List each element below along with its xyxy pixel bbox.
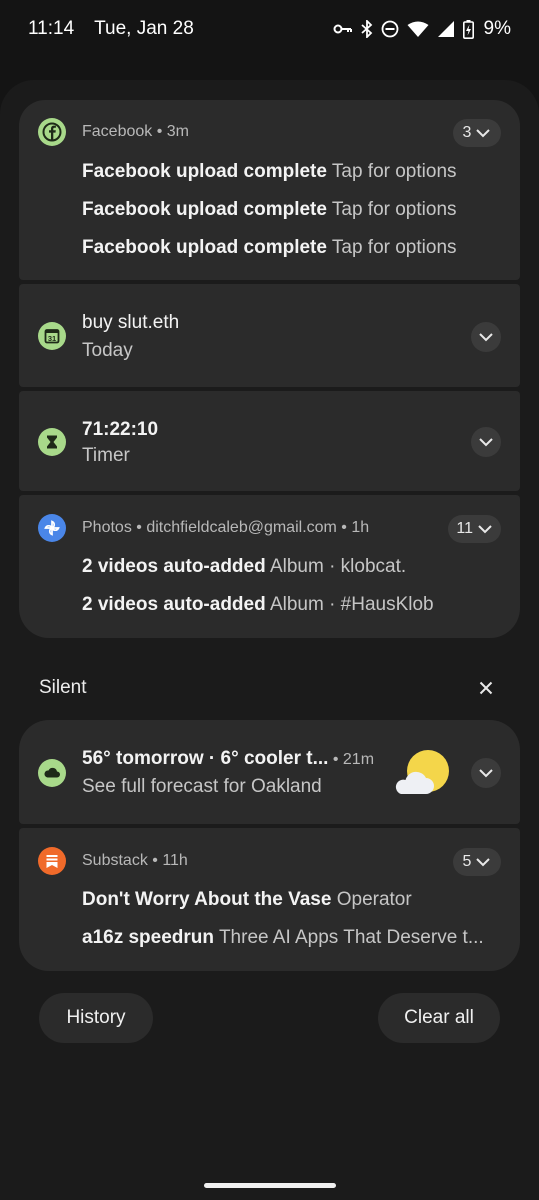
message-text: Tap for options <box>331 199 457 220</box>
history-button[interactable]: History <box>39 993 153 1043</box>
alerting-notifications: Facebook • 3m 3 Facebook upload complete… <box>19 100 520 638</box>
silent-section-header: Silent <box>39 677 87 698</box>
gesture-nav-handle[interactable] <box>204 1183 336 1188</box>
message-title: Facebook upload complete <box>82 199 327 220</box>
notification-message: a16z speedrun Three AI Apps That Deserve… <box>82 927 502 949</box>
notification-count: 5 <box>462 853 472 870</box>
message-title: Facebook upload complete <box>82 161 327 182</box>
chevron-down-icon <box>479 769 493 778</box>
substack-notification[interactable]: Substack • 11h 5 Don't Worry About the V… <box>19 828 520 971</box>
weather-title: 56° tomorrow · 6° cooler t... <box>82 748 329 769</box>
chevron-down-icon <box>478 525 492 534</box>
notification-message: 2 videos auto-added Album · #HausKlob <box>82 594 502 616</box>
cloud-icon <box>38 759 66 787</box>
expand-group-button[interactable]: 3 <box>453 119 501 147</box>
wifi-icon <box>407 21 429 38</box>
calendar-icon: 31 <box>38 322 66 350</box>
status-icons: 9% <box>333 18 511 40</box>
facebook-icon <box>38 118 66 146</box>
clear-all-button[interactable]: Clear all <box>378 993 500 1043</box>
account-email: ditchfieldcaleb@gmail.com <box>146 519 337 536</box>
message-title: Facebook upload complete <box>82 237 327 258</box>
notification-message: Facebook upload complete Tap for options <box>82 161 502 183</box>
notification-time: 3m <box>166 123 189 140</box>
timer-remaining: 71:22:10 <box>82 419 159 440</box>
facebook-notification[interactable]: Facebook • 3m 3 Facebook upload complete… <box>19 100 520 280</box>
partly-cloudy-icon <box>395 747 451 801</box>
app-name: Substack <box>82 852 148 869</box>
do-not-disturb-icon <box>381 20 399 38</box>
photos-pinwheel-icon <box>38 514 66 542</box>
bluetooth-icon <box>360 20 373 38</box>
app-name: Facebook <box>82 123 153 140</box>
vpn-key-icon <box>333 22 353 36</box>
silent-notifications: 56° tomorrow · 6° cooler t... • 21m See … <box>19 720 520 971</box>
chevron-down-icon <box>476 129 491 138</box>
chevron-down-icon <box>476 858 491 867</box>
expand-button[interactable] <box>471 758 501 788</box>
date: Tue, Jan 28 <box>94 18 194 39</box>
notification-header: Facebook • 3m <box>82 123 189 140</box>
notification-count: 11 <box>456 520 473 537</box>
clock: 11:14 <box>28 18 75 39</box>
expand-group-button[interactable]: 5 <box>453 848 501 876</box>
message-title: a16z speedrun <box>82 927 214 948</box>
chevron-down-icon <box>479 333 493 342</box>
message-text: Tap for options <box>331 237 457 258</box>
notification-time: 11h <box>162 852 188 869</box>
notification-message: Don't Worry About the Vase Operator <box>82 889 502 911</box>
calendar-icon-date: 31 <box>48 334 56 343</box>
expand-group-button[interactable]: 11 <box>448 515 501 543</box>
chevron-down-icon <box>479 438 493 447</box>
signal-icon <box>437 20 455 38</box>
message-text: Operator <box>336 889 412 910</box>
message-text: Tap for options <box>331 161 457 182</box>
timer-label: Timer <box>82 445 130 466</box>
weather-subtitle: See full forecast for Oakland <box>82 776 322 797</box>
battery-charging-icon <box>462 19 474 39</box>
notification-time: 21m <box>342 751 375 768</box>
status-bar: 11:14 Tue, Jan 28 9% <box>0 0 539 58</box>
substack-icon <box>38 847 66 875</box>
notification-message: Facebook upload complete Tap for options <box>82 237 502 259</box>
message-text: Album · klobcat. <box>269 556 407 577</box>
battery-percentage: 9% <box>483 18 511 39</box>
weather-notification[interactable]: 56° tomorrow · 6° cooler t... • 21m See … <box>19 720 520 824</box>
notification-time: 1h <box>351 519 370 536</box>
notification-message: Facebook upload complete Tap for options <box>82 199 502 221</box>
hourglass-icon <box>38 428 66 456</box>
expand-button[interactable] <box>471 427 501 457</box>
notification-message: 2 videos auto-added Album · klobcat. <box>82 556 502 578</box>
message-text: Album · #HausKlob <box>269 594 434 615</box>
expand-button[interactable] <box>471 322 501 352</box>
notification-header: Photos • ditchfieldcaleb@gmail.com • 1h <box>82 519 370 536</box>
message-title: Don't Worry About the Vase <box>82 889 332 910</box>
event-subtitle: Today <box>82 340 133 361</box>
message-title: 2 videos auto-added <box>82 594 266 615</box>
message-text: Three AI Apps That Deserve t... <box>218 927 484 948</box>
notification-count: 3 <box>462 124 472 141</box>
notification-header: Substack • 11h <box>82 852 188 869</box>
event-title: buy slut.eth <box>82 312 180 333</box>
message-title: 2 videos auto-added <box>82 556 266 577</box>
timer-notification[interactable]: 71:22:10 Timer <box>19 391 520 491</box>
calendar-notification[interactable]: 31 buy slut.eth Today <box>19 284 520 387</box>
photos-notification[interactable]: Photos • ditchfieldcaleb@gmail.com • 1h … <box>19 495 520 638</box>
app-name: Photos <box>82 519 132 536</box>
weather-title-row: 56° tomorrow · 6° cooler t... • 21m <box>82 748 375 769</box>
close-icon[interactable] <box>474 676 498 700</box>
